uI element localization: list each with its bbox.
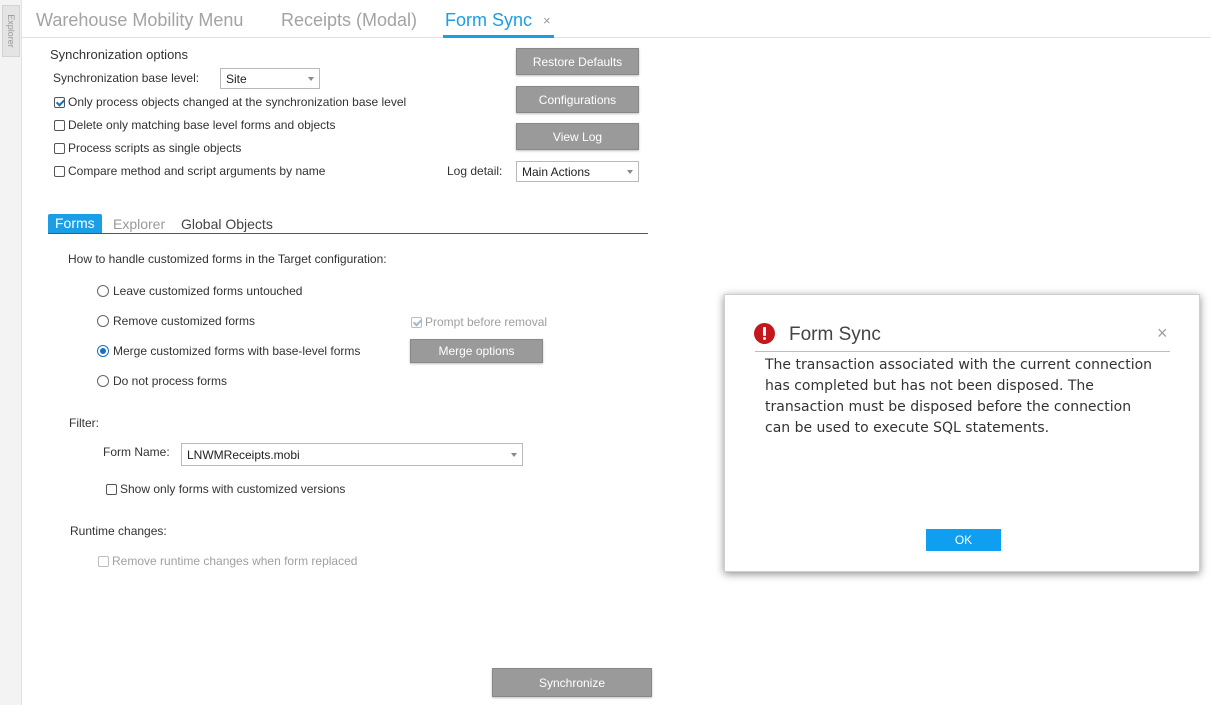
configurations-button[interactable]: Configurations [516, 86, 639, 113]
filter-label: Filter: [69, 416, 99, 430]
checkbox-icon[interactable] [54, 119, 65, 131]
merge-options-button[interactable]: Merge options [410, 339, 543, 363]
radio-merge-customized[interactable]: Merge customized forms with base-level f… [97, 344, 360, 358]
dialog-message: The transaction associated with the curr… [765, 357, 1153, 436]
check-only-changed-at-base[interactable]: Only process objects changed at the sync… [54, 95, 406, 109]
explorer-toggle-tab[interactable]: Explorer [2, 5, 20, 57]
check-delete-matching[interactable]: Delete only matching base level forms an… [54, 118, 335, 132]
document-tab-bar: Warehouse Mobility Menu Receipts (Modal)… [22, 0, 1211, 38]
error-dialog: Form Sync × The transaction associated w… [724, 294, 1200, 572]
checkbox-icon[interactable] [106, 483, 117, 495]
check-show-only-customized[interactable]: Show only forms with customized versions [106, 482, 345, 496]
tab-warehouse-mobility-menu[interactable]: Warehouse Mobility Menu [36, 10, 243, 31]
radio-leave-untouched-label: Leave customized forms untouched [113, 284, 303, 298]
dialog-divider [755, 351, 1170, 352]
tab-form-sync[interactable]: Form Sync [445, 10, 532, 31]
tab-explorer[interactable]: Explorer [113, 216, 165, 232]
inner-tab-bar: Forms Explorer Global Objects [48, 214, 648, 234]
radio-do-not-process[interactable]: Do not process forms [97, 374, 227, 388]
radio-remove-customized[interactable]: Remove customized forms [97, 314, 255, 328]
check-remove-runtime-changes[interactable]: Remove runtime changes when form replace… [98, 554, 357, 568]
radio-do-not-process-label: Do not process forms [113, 374, 228, 388]
check-compare-method-label: Compare method and script arguments by n… [68, 164, 326, 178]
explorer-sidebar: Explorer [0, 0, 22, 705]
tab-receipts-modal[interactable]: Receipts (Modal) [281, 10, 417, 31]
base-level-value: Site [226, 72, 247, 86]
view-log-button[interactable]: View Log [516, 123, 639, 150]
remove-runtime-label: Remove runtime changes when form replace… [112, 554, 358, 568]
radio-icon[interactable] [97, 285, 109, 297]
checkbox-icon[interactable] [411, 316, 422, 328]
error-icon [754, 323, 775, 344]
tab-global-objects[interactable]: Global Objects [181, 216, 273, 232]
form-name-value: LNWMReceipts.mobi [187, 448, 300, 462]
ok-button[interactable]: OK [926, 529, 1001, 551]
explorer-tab-label: Explorer [6, 14, 16, 48]
radio-leave-untouched[interactable]: Leave customized forms untouched [97, 284, 302, 298]
check-compare-method-args[interactable]: Compare method and script arguments by n… [54, 164, 325, 178]
radio-icon[interactable] [97, 345, 109, 357]
radio-remove-customized-label: Remove customized forms [113, 314, 256, 328]
log-detail-select[interactable]: Main Actions [516, 161, 639, 182]
restore-defaults-button[interactable]: Restore Defaults [516, 48, 639, 75]
form-name-label: Form Name: [103, 445, 170, 459]
radio-icon[interactable] [97, 375, 109, 387]
checkbox-icon[interactable] [54, 96, 65, 108]
sync-options-title: Synchronization options [50, 47, 189, 62]
radio-merge-customized-label: Merge customized forms with base-level f… [113, 344, 361, 358]
check-only-changed-label: Only process objects changed at the sync… [68, 95, 407, 109]
log-detail-value: Main Actions [522, 165, 591, 179]
radio-icon[interactable] [97, 315, 109, 327]
tab-forms[interactable]: Forms [48, 214, 102, 233]
show-only-customized-label: Show only forms with customized versions [120, 482, 346, 496]
close-tab-icon[interactable]: × [543, 13, 551, 28]
dialog-title: Form Sync [789, 324, 881, 345]
checkbox-icon[interactable] [54, 142, 65, 154]
chevron-down-icon [308, 77, 314, 81]
check-process-scripts[interactable]: Process scripts as single objects [54, 141, 241, 155]
checkbox-icon[interactable] [98, 555, 109, 567]
active-tab-indicator [443, 35, 554, 38]
log-detail-label: Log detail: [447, 164, 503, 178]
close-icon[interactable]: × [1157, 323, 1168, 344]
chevron-down-icon [627, 170, 633, 174]
base-level-label: Synchronization base level: [53, 71, 200, 85]
synchronize-button[interactable]: Synchronize [492, 668, 652, 697]
form-name-combobox[interactable]: LNWMReceipts.mobi [181, 443, 523, 466]
checkbox-icon[interactable] [54, 165, 65, 177]
base-level-select[interactable]: Site [220, 68, 320, 89]
check-delete-matching-label: Delete only matching base level forms an… [68, 118, 336, 132]
prompt-before-removal-label: Prompt before removal [425, 315, 548, 329]
runtime-changes-label: Runtime changes: [70, 524, 167, 538]
check-prompt-before-removal[interactable]: Prompt before removal [411, 315, 547, 329]
forms-question: How to handle customized forms in the Ta… [68, 252, 387, 266]
check-process-scripts-label: Process scripts as single objects [68, 141, 242, 155]
chevron-down-icon [511, 453, 517, 457]
